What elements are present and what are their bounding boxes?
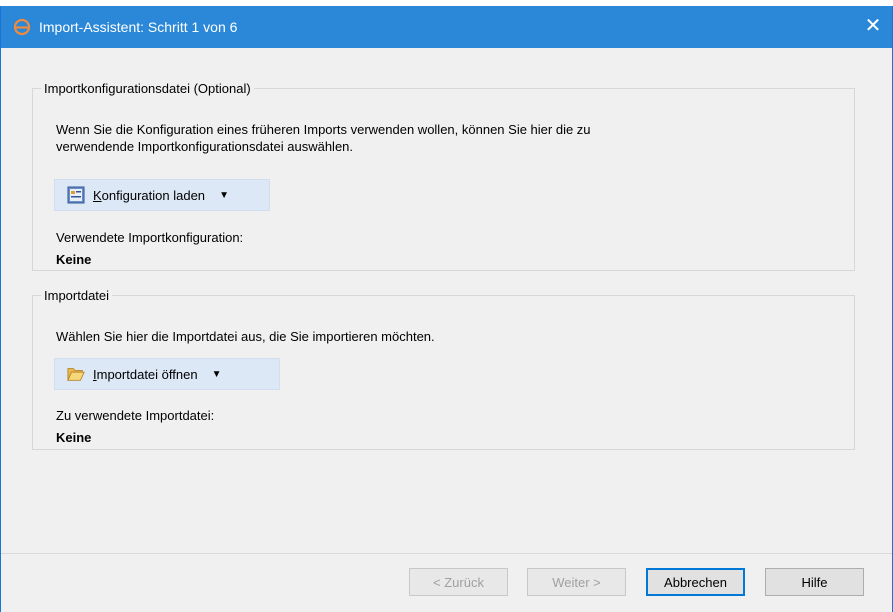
cancel-button[interactable]: Abbrechen [646, 568, 745, 596]
open-folder-icon [67, 365, 85, 383]
window-title: Import-Assistent: Schritt 1 von 6 [39, 19, 238, 35]
used-file-label: Zu verwendete Importdatei: [56, 408, 215, 423]
load-config-hotkey: K [93, 187, 102, 203]
config-description-line2: verwendende Importkonfigurationsdatei au… [56, 139, 354, 154]
load-config-label-rest: onfiguration laden [101, 187, 206, 203]
title-bar[interactable]: Import-Assistent: Schritt 1 von 6 ✕ [1, 6, 892, 48]
open-file-label-rest: mportdatei öffnen [96, 366, 198, 382]
next-button[interactable]: Weiter > [527, 568, 626, 596]
close-icon[interactable]: ✕ [862, 15, 884, 37]
import-file-group: Importdatei Wählen Sie hier die Importda… [32, 288, 855, 450]
used-config-value: Keine [56, 252, 92, 267]
open-file-label: Importdatei öffnen [93, 367, 198, 382]
load-config-button[interactable]: Konfiguration laden [55, 180, 213, 210]
chevron-down-icon[interactable]: ▼ [206, 359, 228, 389]
config-file-icon [67, 186, 85, 204]
file-group-legend: Importdatei [44, 288, 110, 303]
used-file-value: Keine [56, 430, 92, 445]
back-button[interactable]: < Zurück [409, 568, 508, 596]
load-config-split-button: Konfiguration laden ▼ [54, 179, 270, 211]
used-config-label: Verwendete Importkonfiguration: [56, 230, 244, 245]
chevron-down-icon[interactable]: ▼ [213, 180, 235, 210]
help-button[interactable]: Hilfe [765, 568, 864, 596]
import-wizard-window: Import-Assistent: Schritt 1 von 6 ✕ Impo… [0, 6, 893, 612]
config-group-legend: Importkonfigurationsdatei (Optional) [44, 81, 251, 96]
config-file-group: Importkonfigurationsdatei (Optional) Wen… [32, 81, 855, 271]
open-file-button[interactable]: Importdatei öffnen [55, 359, 206, 389]
app-logo-icon [5, 18, 39, 36]
open-file-split-button: Importdatei öffnen ▼ [54, 358, 280, 390]
load-config-label: Konfiguration laden [93, 188, 205, 203]
config-description-line1: Wenn Sie die Konfiguration eines frühere… [56, 122, 591, 137]
footer-divider [1, 553, 892, 554]
file-description: Wählen Sie hier die Importdatei aus, die… [56, 329, 435, 344]
